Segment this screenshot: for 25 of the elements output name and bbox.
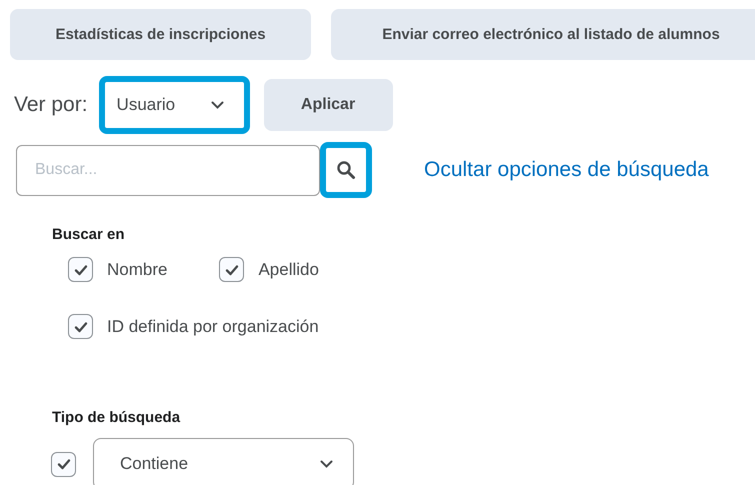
- checkbox-label: ID definida por organización: [107, 316, 319, 336]
- checkbox-label: Apellido: [258, 260, 319, 280]
- toolbar-button[interactable]: Enviar correo electrónico al listado de alumnos: [331, 9, 755, 60]
- toolbar-button[interactable]: Estadísticas de inscripciones: [10, 9, 311, 60]
- search-icon: [336, 160, 356, 180]
- chevron-down-icon: [320, 460, 333, 468]
- checkmark-icon: [224, 264, 239, 276]
- apply-button[interactable]: Aplicar: [264, 79, 393, 131]
- search-type-dropdown[interactable]: Contiene: [93, 438, 354, 485]
- hide-search-options-link[interactable]: Ocultar opciones de búsqueda: [424, 158, 709, 182]
- view-by-label: Ver por:: [14, 93, 88, 117]
- view-by-dropdown[interactable]: Usuario: [98, 76, 250, 134]
- checkbox[interactable]: [68, 257, 93, 282]
- checkmark-icon: [74, 264, 88, 276]
- section-title: Tipo de búsqueda: [52, 409, 182, 426]
- section-title: Buscar en: [52, 226, 126, 243]
- search-button[interactable]: [320, 142, 372, 198]
- checkmark-icon: [74, 320, 88, 332]
- checkmark-icon: [56, 458, 70, 470]
- chevron-down-icon: [210, 101, 224, 109]
- checkbox[interactable]: [51, 452, 76, 476]
- checkbox-label: Nombre: [107, 260, 168, 280]
- checkbox[interactable]: [219, 257, 244, 282]
- checkbox[interactable]: [68, 314, 93, 339]
- search-field[interactable]: Buscar...: [16, 144, 320, 196]
